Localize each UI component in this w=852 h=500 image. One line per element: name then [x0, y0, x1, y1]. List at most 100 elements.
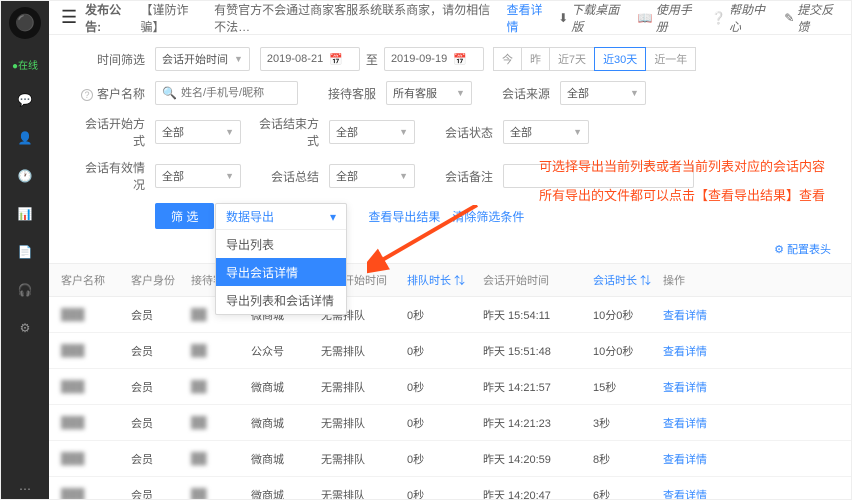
export-both[interactable]: 导出列表和会话详情 [216, 286, 346, 314]
remark-label: 会话备注 [425, 168, 493, 185]
cell-name: ███ [61, 345, 131, 357]
cell-source: 微商城 [251, 451, 321, 467]
valid-select[interactable]: 全部▼ [155, 164, 241, 188]
name-label: ?客户名称 [77, 85, 145, 102]
manual-link[interactable]: 📖 使用手册 [638, 1, 697, 35]
gear-icon[interactable]: ⚙ [15, 318, 35, 338]
remark-input[interactable] [503, 164, 694, 188]
view-detail-link[interactable]: 查看详情 [663, 343, 727, 359]
clear-filters-link[interactable]: 清除筛选条件 [452, 208, 524, 225]
cell-qdur: 0秒 [407, 379, 483, 395]
doc-icon[interactable]: 📄 [15, 242, 35, 262]
topbar: ☰ 发布公告: 【谨防诈骗】 有赞官方不会通过商家客服系统联系商家，请勿相信不法… [49, 1, 851, 35]
agent-select[interactable]: 所有客服▼ [386, 81, 472, 105]
cell-source: 微商城 [251, 415, 321, 431]
cell-queue: 无需排队 [321, 343, 407, 359]
cell-start: 昨天 14:20:59 [483, 451, 593, 467]
name-search[interactable]: 🔍 [155, 81, 298, 105]
cell-identity: 会员 [131, 487, 191, 500]
th-queue-dur[interactable]: 排队时长 ⇅ [407, 272, 483, 288]
more-icon[interactable]: ⋯ [15, 479, 35, 499]
end-label: 会话结束方式 [251, 115, 319, 149]
export-list[interactable]: 导出列表 [216, 230, 346, 258]
session-table: 客户名称 客户身份 接待客服 会话来源 排队开始时间 排队时长 ⇅ 会话开始时间… [49, 263, 851, 499]
notice-link[interactable]: 查看详情 [506, 1, 550, 35]
name-input[interactable] [181, 87, 291, 99]
agent-label: 接待客服 [308, 85, 376, 102]
view-detail-link[interactable]: 查看详情 [663, 415, 727, 431]
source-select[interactable]: 全部▼ [560, 81, 646, 105]
export-detail[interactable]: 导出会话详情 [216, 258, 346, 286]
view-detail-link[interactable]: 查看详情 [663, 487, 727, 500]
start-label: 会话开始方式 [77, 115, 145, 149]
cell-name: ███ [61, 417, 131, 429]
range-today[interactable]: 今 [493, 47, 522, 71]
notice-tag: 【谨防诈骗】 [141, 1, 207, 35]
table-row: ███会员██公众号无需排队0秒昨天 15:51:4810分0秒查看详情 [49, 333, 851, 369]
view-detail-link[interactable]: 查看详情 [663, 379, 727, 395]
view-detail-link[interactable]: 查看详情 [663, 451, 727, 467]
cell-name: ███ [61, 309, 131, 321]
range-yesterday[interactable]: 昨 [521, 47, 550, 71]
export-trigger[interactable]: 数据导出▾ [216, 204, 346, 230]
view-results-link[interactable]: 查看导出结果 [368, 208, 440, 225]
cell-dur: 15秒 [593, 379, 663, 395]
filter-button[interactable]: 筛 选 [155, 203, 214, 229]
table-header: 客户名称 客户身份 接待客服 会话来源 排队开始时间 排队时长 ⇅ 会话开始时间… [49, 263, 851, 297]
summary-select[interactable]: 全部▼ [329, 164, 415, 188]
range-30d[interactable]: 近30天 [594, 47, 646, 71]
top-links: ⬇ 下载桌面版 📖 使用手册 ❔ 帮助中心 ✎ 提交反馈 [558, 1, 839, 35]
users-icon[interactable]: 👤 [15, 128, 35, 148]
chat-icon[interactable]: 💬 [15, 90, 35, 110]
cell-dur: 10分0秒 [593, 343, 663, 359]
cell-qdur: 0秒 [407, 307, 483, 323]
cell-name: ███ [61, 453, 131, 465]
cell-start: 昨天 14:21:23 [483, 415, 593, 431]
feedback-link[interactable]: ✎ 提交反馈 [784, 1, 839, 35]
range-1y[interactable]: 近一年 [645, 47, 696, 71]
menu-icon[interactable]: ☰ [61, 7, 77, 28]
th-identity[interactable]: 客户身份 [131, 272, 191, 288]
range-7d[interactable]: 近7天 [549, 47, 595, 71]
cell-queue: 无需排队 [321, 379, 407, 395]
date-from[interactable]: 2019-08-21📅 [260, 47, 360, 71]
view-detail-link[interactable]: 查看详情 [663, 307, 727, 323]
cell-name: ███ [61, 381, 131, 393]
cell-source: 微商城 [251, 379, 321, 395]
time-filter-select[interactable]: 会话开始时间▼ [155, 47, 250, 71]
status-label: 会话状态 [425, 124, 493, 141]
online-status[interactable]: ●在线 [12, 57, 38, 72]
end-select[interactable]: 全部▼ [329, 120, 415, 144]
cell-identity: 会员 [131, 307, 191, 323]
cell-identity: 会员 [131, 379, 191, 395]
cell-agent: ██ [191, 453, 251, 465]
date-to[interactable]: 2019-09-19📅 [384, 47, 484, 71]
start-select[interactable]: 全部▼ [155, 120, 241, 144]
th-name[interactable]: 客户名称 [61, 272, 131, 288]
cell-identity: 会员 [131, 343, 191, 359]
notice-prefix: 发布公告: [85, 1, 132, 35]
table-row: ███会员██微商城无需排队0秒昨天 14:20:598秒查看详情 [49, 441, 851, 477]
config-header-button[interactable]: ⚙ 配置表头 [774, 241, 831, 257]
clock-icon[interactable]: 🕐 [15, 166, 35, 186]
cell-queue: 无需排队 [321, 415, 407, 431]
source-label: 会话来源 [482, 85, 550, 102]
status-select[interactable]: 全部▼ [503, 120, 589, 144]
quick-range: 今 昨 近7天 近30天 近一年 [494, 47, 696, 71]
help-link[interactable]: ❔ 帮助中心 [711, 1, 770, 35]
download-link[interactable]: ⬇ 下载桌面版 [558, 1, 624, 35]
th-session-start[interactable]: 会话开始时间 [483, 272, 593, 288]
cell-start: 昨天 15:54:11 [483, 307, 593, 323]
cell-qdur: 0秒 [407, 487, 483, 500]
cell-name: ███ [61, 489, 131, 500]
date-sep: 至 [366, 51, 378, 68]
cell-agent: ██ [191, 381, 251, 393]
export-dropdown: 数据导出▾ 导出列表 导出会话详情 导出列表和会话详情 [215, 203, 347, 315]
th-session-dur[interactable]: 会话时长 ⇅ [593, 272, 663, 288]
table-row: ███会员██微商城无需排队0秒昨天 15:54:1110分0秒查看详情 [49, 297, 851, 333]
stats-icon[interactable]: 📊 [15, 204, 35, 224]
cell-dur: 3秒 [593, 415, 663, 431]
notice-text: 有赞官方不会通过商家客服系统联系商家，请勿相信不法… [214, 1, 498, 35]
headset-icon[interactable]: 🎧 [15, 280, 35, 300]
sidebar: ⚫ ●在线 💬 👤 🕐 📊 📄 🎧 ⚙ ⋯ [1, 1, 49, 499]
